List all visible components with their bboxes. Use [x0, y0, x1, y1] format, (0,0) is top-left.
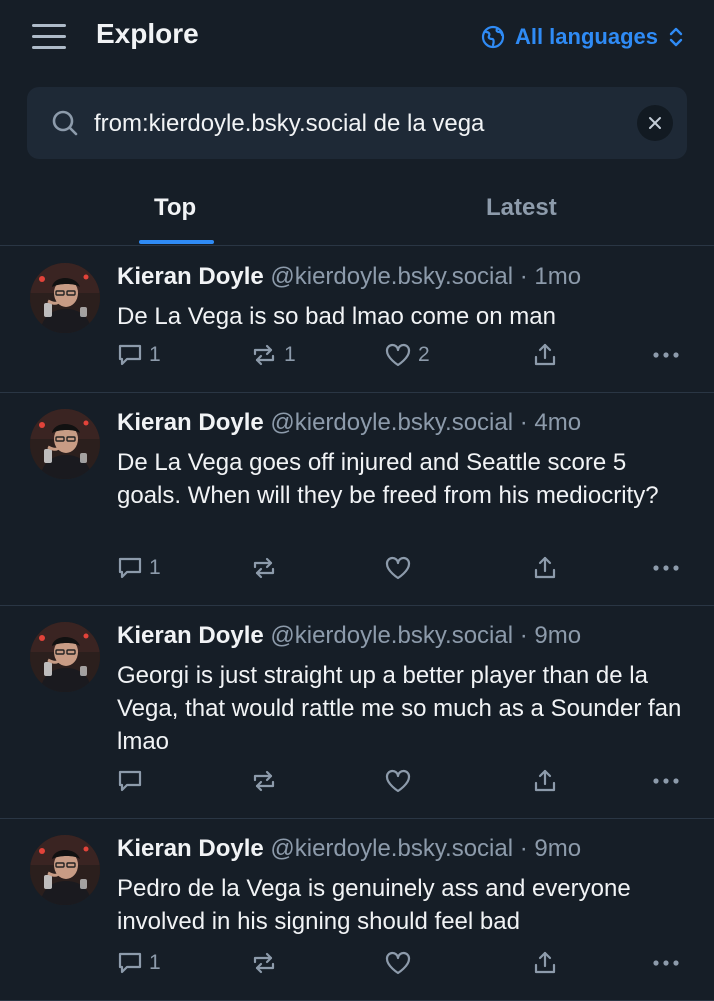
post-timestamp[interactable]: 4mo [534, 409, 581, 436]
hamburger-menu-icon[interactable] [32, 22, 68, 50]
heart-icon [385, 769, 411, 793]
more-options-icon [653, 565, 679, 571]
language-label: All languages [514, 24, 658, 49]
repost-button[interactable] [250, 555, 284, 581]
reply-button[interactable]: 1 [117, 555, 161, 581]
more-options-button[interactable] [652, 959, 680, 967]
reply-icon [118, 557, 142, 579]
tab-latest[interactable]: Latest [486, 194, 557, 222]
repost-button[interactable]: 1 [250, 342, 296, 368]
post-header: Kieran Doyle @kierdoyle.bsky.social · 9m… [117, 622, 581, 650]
share-button[interactable] [532, 768, 558, 794]
up-down-chevron-icon [669, 27, 683, 47]
like-count: 2 [418, 343, 430, 366]
author-name[interactable]: Kieran Doyle [117, 622, 264, 649]
close-icon [649, 117, 661, 129]
post-text: De La Vega goes off injured and Seattle … [117, 449, 659, 509]
separator-dot: · [513, 622, 535, 649]
author-handle[interactable]: @kierdoyle.bsky.social [270, 409, 513, 436]
reply-button[interactable] [117, 768, 149, 794]
search-input[interactable] [92, 105, 626, 143]
reply-icon [118, 952, 142, 974]
repost-icon [253, 557, 275, 579]
language-selector[interactable]: All languages [481, 22, 684, 52]
post-timestamp[interactable]: 9mo [534, 622, 581, 649]
share-icon [534, 556, 556, 579]
author-handle[interactable]: @kierdoyle.bsky.social [270, 622, 513, 649]
share-icon [534, 951, 556, 974]
globe-icon [481, 25, 505, 49]
reply-count: 1 [149, 556, 161, 579]
share-button[interactable] [532, 342, 558, 368]
page-title: Explore [96, 18, 199, 49]
header: Explore All languages [0, 0, 714, 72]
reply-icon [118, 344, 142, 366]
more-options-icon [653, 778, 679, 784]
reply-count: 1 [149, 951, 161, 974]
author-name[interactable]: Kieran Doyle [117, 835, 264, 862]
author-name[interactable]: Kieran Doyle [117, 263, 264, 290]
avatar[interactable] [30, 835, 100, 905]
post-header: Kieran Doyle @kierdoyle.bsky.social · 4m… [117, 409, 581, 437]
like-button[interactable]: 2 [384, 342, 430, 368]
post-timestamp[interactable]: 9mo [534, 835, 581, 862]
post-timestamp[interactable]: 1mo [534, 263, 581, 290]
post-header: Kieran Doyle @kierdoyle.bsky.social · 9m… [117, 835, 581, 863]
separator-dot: · [513, 409, 535, 436]
post-item[interactable]: Kieran Doyle @kierdoyle.bsky.social · 9m… [0, 818, 714, 1001]
share-icon [534, 343, 556, 366]
post-text: Georgi is just straight up a better play… [117, 662, 682, 755]
heart-icon [385, 951, 411, 975]
search-icon [52, 110, 78, 136]
tab-bar: Top Latest [0, 170, 714, 246]
repost-button[interactable] [250, 768, 284, 794]
repost-icon [253, 344, 275, 366]
active-tab-indicator [139, 240, 214, 244]
reply-button[interactable]: 1 [117, 950, 161, 976]
separator-dot: · [513, 835, 535, 862]
post-header: Kieran Doyle @kierdoyle.bsky.social · 1m… [117, 263, 581, 291]
separator-dot: · [513, 263, 535, 290]
avatar[interactable] [30, 622, 100, 692]
clear-search-button[interactable] [637, 105, 673, 141]
post-item[interactable]: Kieran Doyle @kierdoyle.bsky.social · 9m… [0, 605, 714, 819]
avatar[interactable] [30, 263, 100, 333]
heart-icon [385, 343, 411, 367]
more-options-button[interactable] [652, 351, 680, 359]
post-item[interactable]: Kieran Doyle @kierdoyle.bsky.social · 4m… [0, 392, 714, 606]
share-icon [534, 769, 556, 792]
author-handle[interactable]: @kierdoyle.bsky.social [270, 263, 513, 290]
more-options-button[interactable] [652, 777, 680, 785]
repost-icon [253, 770, 275, 792]
more-options-button[interactable] [652, 564, 680, 572]
like-button[interactable] [384, 950, 418, 976]
like-button[interactable] [384, 768, 418, 794]
repost-count: 1 [284, 343, 296, 366]
repost-button[interactable] [250, 950, 284, 976]
share-button[interactable] [532, 950, 558, 976]
heart-icon [385, 556, 411, 580]
repost-icon [253, 952, 275, 974]
post-text: Pedro de la Vega is genuinely ass and ev… [117, 875, 631, 935]
author-name[interactable]: Kieran Doyle [117, 409, 264, 436]
like-button[interactable] [384, 555, 418, 581]
more-options-icon [653, 352, 679, 358]
reply-button[interactable]: 1 [117, 342, 161, 368]
search-bar [27, 87, 687, 159]
author-handle[interactable]: @kierdoyle.bsky.social [270, 835, 513, 862]
reply-count: 1 [149, 343, 161, 366]
post-item[interactable]: Kieran Doyle @kierdoyle.bsky.social · 1m… [0, 246, 714, 393]
reply-icon [118, 770, 142, 792]
share-button[interactable] [532, 555, 558, 581]
more-options-icon [653, 960, 679, 966]
avatar[interactable] [30, 409, 100, 479]
post-text: De La Vega is so bad lmao come on man [117, 303, 556, 330]
tab-top[interactable]: Top [154, 194, 196, 222]
